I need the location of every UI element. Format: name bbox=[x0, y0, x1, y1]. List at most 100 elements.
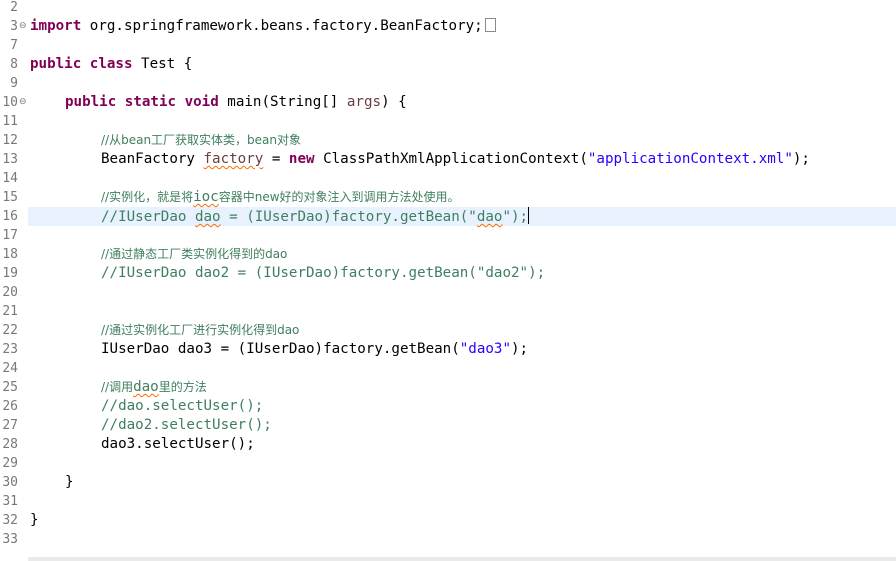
comment: //通过实例化工厂进行实例化得到dao bbox=[101, 323, 300, 337]
line-number: 7 bbox=[10, 38, 18, 53]
comment-text: "); bbox=[502, 209, 529, 225]
line-number: 15 bbox=[2, 190, 18, 205]
comment-spelling-warning: ioc bbox=[193, 189, 219, 205]
comment-text: //调用 bbox=[101, 380, 134, 394]
parameter-name: args bbox=[346, 94, 382, 110]
code-editor[interactable]: 2 3 ⊖ import org.springframework.beans.f… bbox=[0, 0, 896, 561]
comment-text: 里的方法 bbox=[158, 380, 207, 394]
comment-text: //IUserDao bbox=[101, 209, 195, 225]
closing-brace: } bbox=[30, 512, 39, 528]
code-line-18[interactable]: 18 //通过静态工厂类实例化得到的dao bbox=[0, 245, 896, 264]
comment: //调用dao里的方法 bbox=[101, 378, 207, 397]
code-line-14[interactable]: 14 bbox=[0, 169, 896, 188]
line-number: 21 bbox=[2, 304, 18, 319]
line-number: 18 bbox=[2, 247, 18, 262]
code-line-24[interactable]: 24 bbox=[0, 359, 896, 378]
statement: IUserDao dao3 = (IUserDao)factory.getBea… bbox=[101, 341, 460, 357]
line-number: 3 bbox=[10, 19, 18, 34]
string-literal: "dao3" bbox=[459, 341, 511, 357]
comment-spelling-warning: dao bbox=[476, 209, 503, 225]
code-text[interactable]: public class Test { bbox=[30, 55, 192, 74]
keyword: static bbox=[124, 94, 177, 110]
comment: //实例化，就是将ioc容器中new好的对象注入到调用方法处使用。 bbox=[101, 188, 460, 207]
keyword: public bbox=[30, 56, 82, 72]
comment: //dao.selectUser(); bbox=[101, 398, 264, 414]
code-line-2[interactable]: 2 bbox=[0, 0, 896, 17]
code-line-16[interactable]: 16 //IUserDao dao = (IUserDao)factory.ge… bbox=[0, 207, 896, 226]
fold-collapse-icon[interactable]: ⊖ bbox=[19, 17, 27, 36]
line-number: 9 bbox=[10, 76, 18, 91]
code-line-7[interactable]: 7 bbox=[0, 36, 896, 55]
type-name: BeanFactory bbox=[101, 151, 204, 167]
code-line-31[interactable]: 31 bbox=[0, 492, 896, 511]
closing-brace: } bbox=[65, 474, 74, 490]
line-number: 32 bbox=[2, 513, 18, 528]
code-line-33[interactable]: 33 bbox=[0, 530, 896, 549]
code-line-29[interactable]: 29 bbox=[0, 454, 896, 473]
line-number: 13 bbox=[2, 152, 18, 167]
line-number: 19 bbox=[2, 266, 18, 281]
keyword: public bbox=[65, 94, 117, 110]
line-number: 17 bbox=[2, 228, 18, 243]
line-number: 14 bbox=[2, 171, 18, 186]
line-number: 27 bbox=[2, 418, 18, 433]
code-text[interactable]: IUserDao dao3 = (IUserDao)factory.getBea… bbox=[101, 340, 528, 359]
method-signature-tail: ) { bbox=[381, 94, 407, 110]
horizontal-scrollbar[interactable] bbox=[28, 557, 896, 561]
code-line-28[interactable]: 28 dao3.selectUser(); bbox=[0, 435, 896, 454]
line-number: 25 bbox=[2, 380, 18, 395]
constructor: ClassPathXmlApplicationContext( bbox=[314, 151, 588, 167]
line-number: 23 bbox=[2, 342, 18, 357]
line-number: 11 bbox=[2, 114, 18, 129]
code-line-27[interactable]: 27 //dao2.selectUser(); bbox=[0, 416, 896, 435]
code-text[interactable]: import org.springframework.beans.factory… bbox=[30, 17, 496, 36]
code-line-15[interactable]: 15 //实例化，就是将ioc容器中new好的对象注入到调用方法处使用。 bbox=[0, 188, 896, 207]
line-number: 31 bbox=[2, 494, 18, 509]
keyword: void bbox=[184, 94, 219, 110]
string-literal: "applicationContext.xml" bbox=[587, 151, 793, 167]
variable-warning[interactable]: factory bbox=[204, 151, 264, 167]
comment: //IUserDao dao2 = (IUserDao)factory.getB… bbox=[101, 265, 546, 281]
code-line-9[interactable]: 9 bbox=[0, 74, 896, 93]
comment: //从bean工厂获取实体类，bean对象 bbox=[101, 133, 302, 147]
comment: //通过静态工厂类实例化得到的dao bbox=[101, 247, 288, 261]
code-text[interactable]: BeanFactory factory = new ClassPathXmlAp… bbox=[101, 150, 810, 169]
code-line-25[interactable]: 25 //调用dao里的方法 bbox=[0, 378, 896, 397]
line-number: 22 bbox=[2, 323, 18, 338]
comment-spelling-warning: dao bbox=[194, 209, 221, 225]
code-text[interactable]: dao3.selectUser(); bbox=[101, 435, 255, 454]
code-line-32[interactable]: 32 } bbox=[0, 511, 896, 530]
operator: = bbox=[263, 151, 289, 167]
line-number: 33 bbox=[2, 532, 18, 547]
line-number: 2 bbox=[10, 0, 18, 15]
code-text[interactable]: public static void main(String[] args) { bbox=[65, 93, 407, 112]
code-line-26[interactable]: 26 //dao.selectUser(); bbox=[0, 397, 896, 416]
keyword: import bbox=[30, 18, 82, 34]
code-line-20[interactable]: 20 bbox=[0, 283, 896, 302]
line-number: 10 bbox=[2, 95, 18, 110]
code-line-22[interactable]: 22 //通过实例化工厂进行实例化得到dao bbox=[0, 321, 896, 340]
code-line-17[interactable]: 17 bbox=[0, 226, 896, 245]
fold-collapse-icon[interactable]: ⊖ bbox=[19, 93, 27, 112]
code-line-12[interactable]: 12 //从bean工厂获取实体类，bean对象 bbox=[0, 131, 896, 150]
statement-end: ); bbox=[792, 151, 810, 167]
code-line-21[interactable]: 21 bbox=[0, 302, 896, 321]
code-line-19[interactable]: 19 //IUserDao dao2 = (IUserDao)factory.g… bbox=[0, 264, 896, 283]
comment: //IUserDao dao = (IUserDao)factory.getBe… bbox=[101, 207, 530, 227]
code-line-23[interactable]: 23 IUserDao dao3 = (IUserDao)factory.get… bbox=[0, 340, 896, 359]
line-number: 8 bbox=[10, 57, 18, 72]
class-name: Test { bbox=[132, 56, 193, 72]
code-line-3[interactable]: 3 ⊖ import org.springframework.beans.fac… bbox=[0, 17, 896, 36]
method-signature: main(String[] bbox=[218, 94, 347, 110]
line-number: 29 bbox=[2, 456, 18, 471]
code-line-30[interactable]: 30 } bbox=[0, 473, 896, 492]
code-line-10[interactable]: 10 ⊖ public static void main(String[] ar… bbox=[0, 93, 896, 112]
line-number: 20 bbox=[2, 285, 18, 300]
folded-imports-marker-icon[interactable] bbox=[484, 18, 496, 32]
code-line-11[interactable]: 11 bbox=[0, 112, 896, 131]
line-number: 30 bbox=[2, 475, 18, 490]
line-number: 26 bbox=[2, 399, 18, 414]
line-number: 16 bbox=[2, 209, 18, 224]
code-line-8[interactable]: 8 public class Test { bbox=[0, 55, 896, 74]
code-line-13[interactable]: 13 BeanFactory factory = new ClassPathXm… bbox=[0, 150, 896, 169]
